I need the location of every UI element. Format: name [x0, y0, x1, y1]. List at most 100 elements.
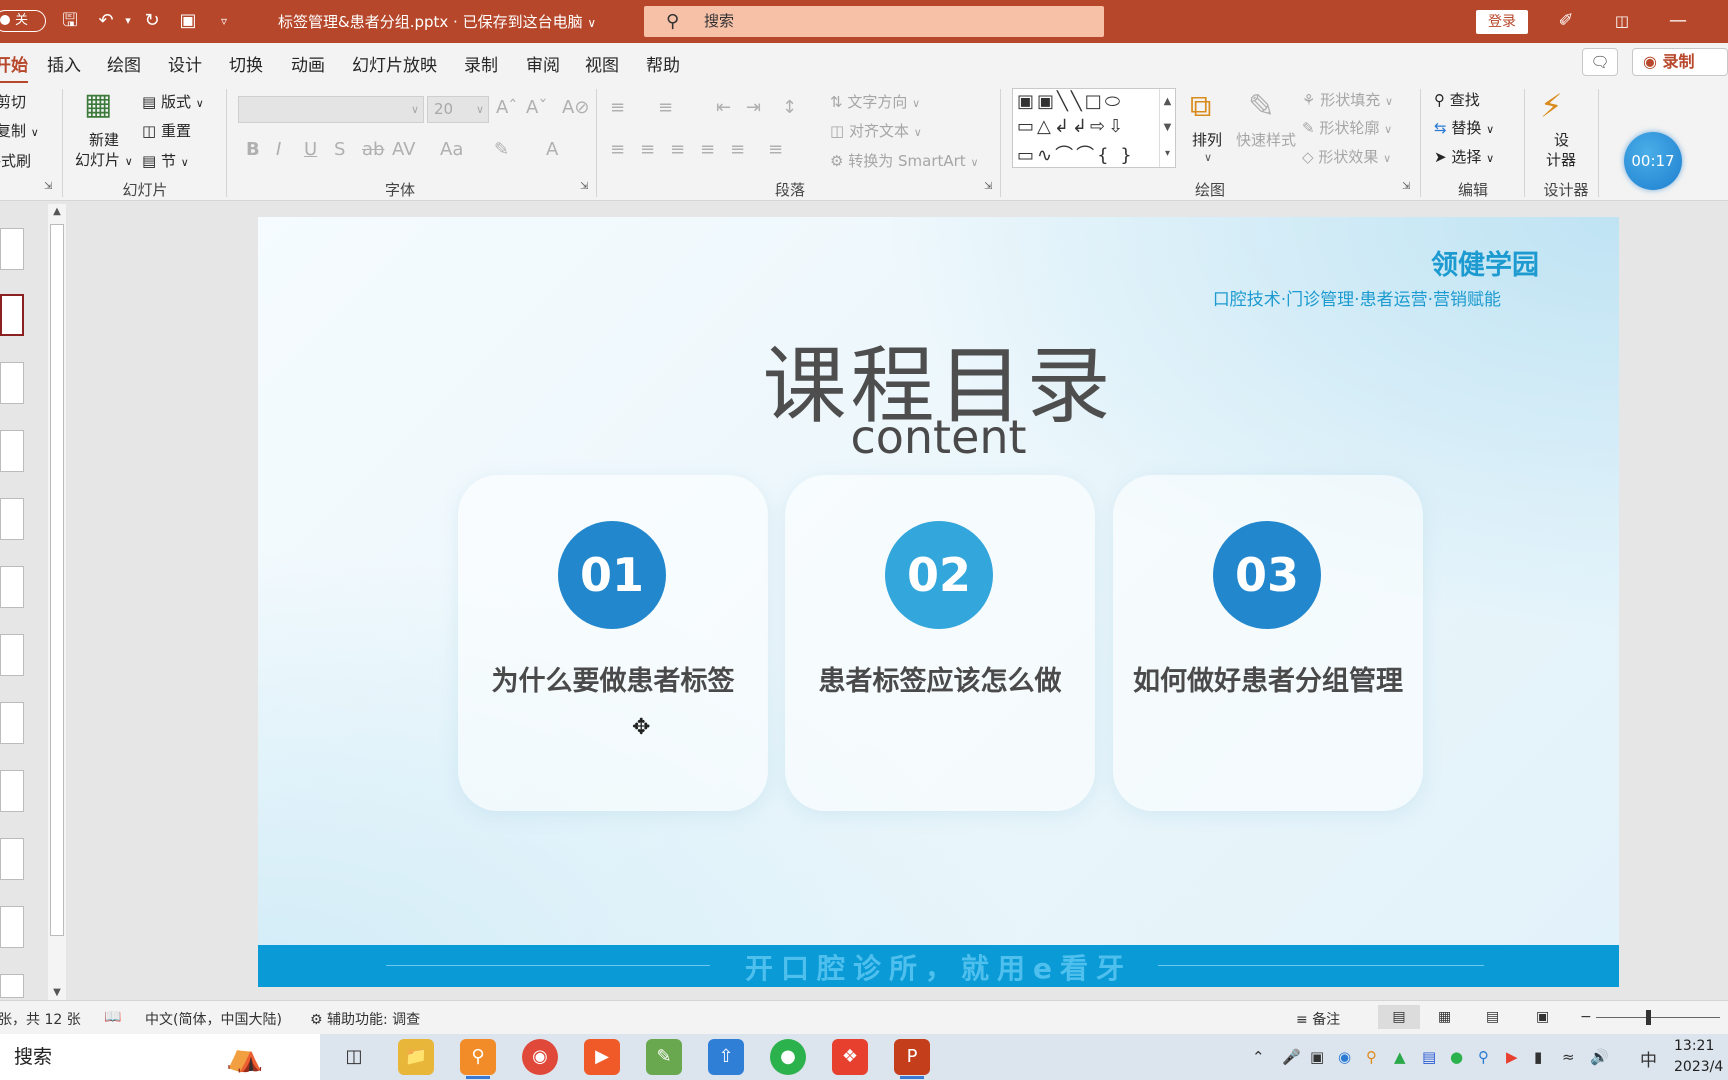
change-case-icon[interactable]: Aa: [440, 139, 463, 160]
notes-button[interactable]: ≡ 备注: [1296, 1009, 1340, 1029]
minimize-icon[interactable]: —: [1666, 9, 1690, 33]
slide-thumbnail[interactable]: [0, 838, 24, 880]
slide-thumbnail[interactable]: [0, 228, 24, 270]
tab-help[interactable]: 帮助: [646, 51, 680, 76]
distributed-icon[interactable]: ≡: [730, 139, 745, 160]
shadow-icon[interactable]: S: [334, 139, 345, 160]
tab-draw[interactable]: 绘图: [107, 51, 141, 76]
comments-button[interactable]: 🗨: [1582, 48, 1618, 76]
zoom-slider-handle[interactable]: [1646, 1010, 1651, 1025]
app-red-icon[interactable]: ❖: [832, 1039, 868, 1075]
taskbar-clock[interactable]: 13:21 2023/4: [1674, 1036, 1723, 1078]
decrease-indent-icon[interactable]: ⇤: [716, 97, 731, 118]
zoom-out-icon[interactable]: −: [1580, 1009, 1592, 1025]
tab-view[interactable]: 视图: [585, 51, 619, 76]
section-button[interactable]: ▤ 节 ∨: [142, 150, 189, 171]
designer-button-line2[interactable]: 计器: [1546, 149, 1576, 170]
reading-view-icon[interactable]: ▤: [1486, 1009, 1499, 1025]
grow-font-icon[interactable]: Aˆ: [496, 97, 517, 118]
taskbar-search[interactable]: 搜索 ⛺: [0, 1034, 320, 1080]
tab-insert[interactable]: 插入: [47, 51, 81, 76]
slide-thumbnail[interactable]: [0, 702, 24, 744]
shrink-font-icon[interactable]: Aˇ: [526, 97, 547, 118]
line-spacing-icon[interactable]: ↕: [782, 97, 797, 118]
slide-thumbnail-selected[interactable]: [0, 294, 24, 336]
align-text-button[interactable]: ◫ 对齐文本 ∨: [830, 120, 922, 141]
align-center-icon[interactable]: ≡: [640, 139, 655, 160]
shape-effects-button[interactable]: ◇ 形状效果 ∨: [1302, 146, 1391, 167]
wechat-icon[interactable]: ●: [770, 1039, 806, 1075]
language-indicator[interactable]: 中文(简体，中国大陆): [145, 1009, 282, 1029]
slide-subtitle[interactable]: content: [258, 410, 1619, 464]
new-slide-dropdown[interactable]: 幻灯片 ∨: [75, 149, 133, 170]
drawing-launcher-icon[interactable]: ⇲: [1402, 181, 1410, 192]
toc-card-3[interactable]: 03 如何做好患者分组管理: [1113, 475, 1423, 811]
arrange-dropdown-icon[interactable]: ∨: [1204, 151, 1212, 164]
replace-button[interactable]: ⇆ 替换 ∨: [1434, 117, 1494, 138]
tray-expand-icon[interactable]: ⌃: [1252, 1048, 1265, 1066]
tab-design[interactable]: 设计: [168, 51, 202, 76]
scroll-up-icon[interactable]: ▲: [48, 206, 66, 217]
ime-indicator[interactable]: 中: [1640, 1046, 1657, 1071]
italic-icon[interactable]: I: [276, 139, 281, 160]
normal-view-icon[interactable]: ▤: [1378, 1005, 1420, 1029]
slide-thumbnail[interactable]: [0, 362, 24, 404]
thumbnails-scrollbar[interactable]: ▲ ▼: [48, 204, 66, 1000]
battery-icon[interactable]: ▮: [1534, 1048, 1542, 1066]
tab-slideshow[interactable]: 幻灯片放映: [352, 51, 437, 76]
record-button[interactable]: ◉ 录制: [1632, 48, 1728, 76]
clear-formatting-icon[interactable]: A⊘: [562, 97, 589, 118]
recording-timer[interactable]: 00:17: [1624, 132, 1682, 190]
slide-thumbnail[interactable]: [0, 566, 24, 608]
tray-app-icon[interactable]: ▣: [1310, 1048, 1324, 1066]
font-color-icon[interactable]: A: [546, 139, 558, 160]
tab-record[interactable]: 录制: [464, 51, 498, 76]
highlight-icon[interactable]: ✎: [494, 139, 509, 160]
spelling-icon[interactable]: 📖: [104, 1009, 121, 1025]
slide-sorter-icon[interactable]: ▦: [1438, 1009, 1451, 1025]
image-editor-icon[interactable]: ✎: [646, 1039, 682, 1075]
task-view-icon[interactable]: ◫: [336, 1039, 372, 1075]
tab-home[interactable]: 开始: [0, 51, 28, 84]
file-explorer-icon[interactable]: 📁: [398, 1039, 434, 1075]
shapes-gallery[interactable]: ▣▣╲╲□⬭ ▭△↲↲⇨⇩ ▭∿⌒⌒{ } ▲ ▼ ▾: [1012, 88, 1176, 168]
slide-canvas[interactable]: 领健学园 口腔技术·门诊管理·患者运营·营销赋能 课程目录 content 01…: [258, 217, 1619, 987]
undo-icon[interactable]: ↶: [94, 9, 118, 33]
smartart-button[interactable]: ⚙ 转换为 SmartArt ∨: [830, 150, 979, 171]
clipboard-launcher-icon[interactable]: ⇲: [44, 181, 52, 192]
save-icon[interactable]: 🖫: [58, 9, 82, 33]
char-spacing-icon[interactable]: AV: [392, 139, 415, 160]
tray-app-icon[interactable]: ▤: [1422, 1048, 1436, 1066]
arrange-button[interactable]: 排列: [1192, 129, 1222, 150]
tray-app-icon[interactable]: ◉: [1338, 1048, 1351, 1066]
tray-app-icon[interactable]: ▶: [1506, 1048, 1518, 1066]
redo-icon[interactable]: ↻: [140, 9, 164, 33]
app-orange-icon[interactable]: ▶: [584, 1039, 620, 1075]
layout-button[interactable]: ▤ 版式 ∨: [142, 91, 204, 112]
font-size-combo[interactable]: 20 ∨: [427, 96, 489, 123]
slide-thumbnail[interactable]: [0, 430, 24, 472]
new-slide-button[interactable]: 新建: [89, 129, 119, 150]
microphone-icon[interactable]: 🎤: [1282, 1048, 1301, 1066]
login-button[interactable]: 登录: [1476, 10, 1528, 34]
increase-indent-icon[interactable]: ⇥: [746, 97, 761, 118]
toc-card-2[interactable]: 02 患者标签应该怎么做: [785, 475, 1095, 811]
cut-button[interactable]: 剪切: [0, 91, 26, 112]
slide-thumbnail[interactable]: [0, 974, 24, 998]
upload-app-icon[interactable]: ⇧: [708, 1039, 744, 1075]
tab-animations[interactable]: 动画: [291, 51, 325, 76]
format-painter-button[interactable]: 格式刷: [0, 150, 31, 171]
designer-button[interactable]: 设: [1554, 129, 1569, 150]
shapes-scroll[interactable]: ▲ ▼ ▾: [1159, 89, 1175, 167]
slide-thumbnail[interactable]: [0, 634, 24, 676]
scroll-down-icon[interactable]: ▼: [48, 987, 66, 998]
bold-icon[interactable]: B: [246, 139, 260, 160]
bullets-icon[interactable]: ≡: [610, 97, 625, 118]
tab-transitions[interactable]: 切换: [229, 51, 263, 76]
tray-app-icon[interactable]: ⚲: [1478, 1048, 1489, 1066]
scrollbar-thumb[interactable]: [50, 224, 64, 936]
font-family-combo[interactable]: ∨: [238, 96, 424, 123]
justify-icon[interactable]: ≡: [700, 139, 715, 160]
powerpoint-icon[interactable]: P: [894, 1039, 930, 1079]
select-button[interactable]: ➤ 选择 ∨: [1434, 146, 1494, 167]
